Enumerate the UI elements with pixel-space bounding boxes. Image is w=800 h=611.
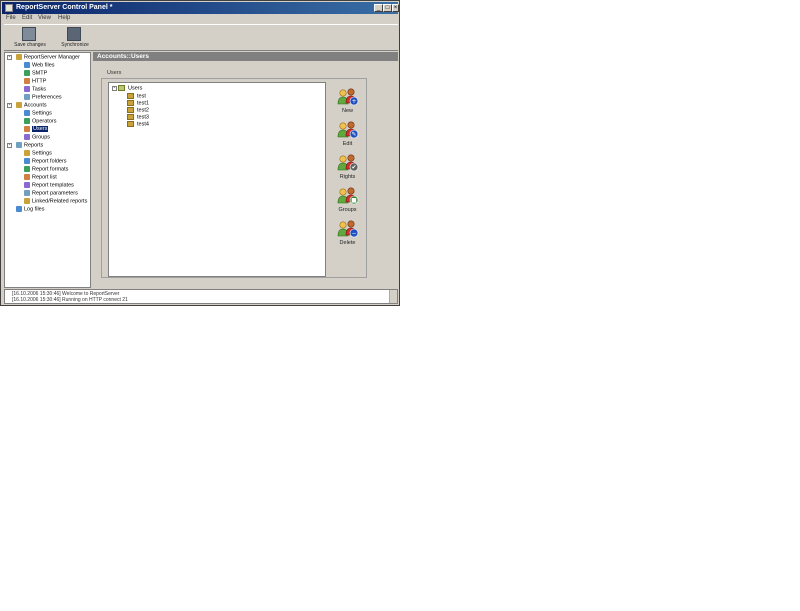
tree-item[interactable]: Web files [24,62,55,69]
tree-item[interactable]: Linked/Related reports [24,198,87,205]
tree-item[interactable]: Preferences [24,94,62,101]
users-group-label: Users [107,70,122,76]
settings-icon [24,110,30,116]
tree-item[interactable]: Report folders [24,158,67,165]
report-folder-icon [24,158,30,164]
expander-icon[interactable]: - [7,55,12,60]
users-root-node[interactable]: - Users [112,85,142,92]
tree-item[interactable]: Settings [24,150,52,157]
server-icon [16,54,22,60]
tree-item[interactable]: ReportServer Manager [16,54,80,61]
tree-item[interactable]: Report formats [24,166,68,173]
menu-bar: File Edit View Help [2,14,398,23]
report-format-icon [24,166,30,172]
user-icon [127,121,134,127]
log-icon [16,206,22,212]
navigation-tree[interactable]: ReportServer Manager - Web files SMTP HTTP Ta… [4,52,91,288]
tree-item[interactable]: Users [24,126,49,133]
tree-item[interactable]: Tasks [24,86,46,93]
users-folder-icon [118,85,125,91]
user-list-item[interactable]: test1 [127,100,149,107]
tree-item[interactable]: Reports [16,142,43,149]
users-list[interactable]: - Users test test1 test2 test3 test4 [108,82,326,277]
mail-icon [24,70,30,76]
tree-item[interactable]: SMTP [24,70,47,77]
reports-icon [16,142,22,148]
report-param-icon [24,190,30,196]
users-icon [24,126,30,132]
users-pair-icon: ✎ [337,121,359,139]
tree-item[interactable]: Report parameters [24,190,78,197]
panel-header: Accounts::Users [93,52,398,61]
folder-icon [24,62,30,68]
user-list-item[interactable]: test [127,93,146,100]
settings-icon [24,150,30,156]
tree-item[interactable]: Settings [24,110,52,117]
menu-help[interactable]: Help [58,15,70,21]
linked-icon [24,198,30,204]
rights-user-button[interactable]: ✔ Rights [330,148,365,181]
save-icon [22,27,36,41]
report-template-icon [24,182,30,188]
user-list-item[interactable]: test2 [127,107,149,114]
groups-icon [24,134,30,140]
log-line: [16.10.2006 15:30:46] Running on HTTP co… [12,297,128,303]
expander-icon[interactable]: - [7,103,12,108]
expander-icon[interactable]: - [7,143,12,148]
edit-user-button[interactable]: ✎ Edit [330,115,365,148]
synchronize-button[interactable]: Synchronize [52,26,98,49]
prefs-icon [24,94,30,100]
users-pair-icon: ✔ [337,154,359,172]
globe-icon [24,78,30,84]
tree-item[interactable]: Report templates [24,182,74,189]
svg-text:−: − [351,230,356,237]
save-changes-button[interactable]: Save changes [7,26,53,49]
report-list-icon [24,174,30,180]
accounts-icon [16,102,22,108]
user-list-item[interactable]: test4 [127,121,149,128]
user-list-item[interactable]: test3 [127,114,149,121]
title-bar[interactable]: ReportServer Control Panel * _ □ × [2,2,399,14]
user-icon [127,114,134,120]
main-window: ReportServer Control Panel * _ □ × File … [0,0,400,306]
new-user-button[interactable]: + New [330,82,365,115]
tree-item[interactable]: Accounts [16,102,47,109]
user-icon [127,100,134,106]
users-pair-icon: + [337,88,359,106]
actions-toolbar: + New ✎ Edit ✔ Rights ■ Groups − Delete [330,82,365,277]
log-panel: [16.10.2006 15:30:46] Welcome to ReportS… [4,289,398,304]
tree-item[interactable]: HTTP [24,78,46,85]
menu-edit[interactable]: Edit [22,15,32,21]
tree-item[interactable]: Operators [24,118,56,125]
users-pair-icon: − [337,220,359,238]
users-pair-icon: ■ [337,187,359,205]
svg-text:+: + [351,98,356,105]
user-icon [127,107,134,113]
minimize-button[interactable]: _ [374,4,383,12]
delete-user-button[interactable]: − Delete [330,214,365,247]
log-scrollbar[interactable] [389,290,397,303]
app-icon [5,4,13,12]
tree-item[interactable]: Groups [24,134,50,141]
maximize-button[interactable]: □ [383,4,392,12]
collapse-icon[interactable]: - [112,85,117,91]
groups-user-button[interactable]: ■ Groups [330,181,365,214]
task-icon [24,86,30,92]
svg-text:✎: ✎ [351,131,356,138]
svg-text:■: ■ [351,197,357,204]
close-button[interactable]: × [392,4,399,12]
window-title: ReportServer Control Panel * [16,4,113,11]
toolbar: Save changes Synchronize [4,24,398,51]
tree-item[interactable]: Log files [16,206,45,213]
tree-item[interactable]: Report list [24,174,57,181]
svg-text:✔: ✔ [351,164,356,171]
menu-view[interactable]: View [38,15,51,21]
menu-file[interactable]: File [6,15,16,21]
user-icon [127,93,134,99]
operators-icon [24,118,30,124]
sync-icon [67,27,81,41]
